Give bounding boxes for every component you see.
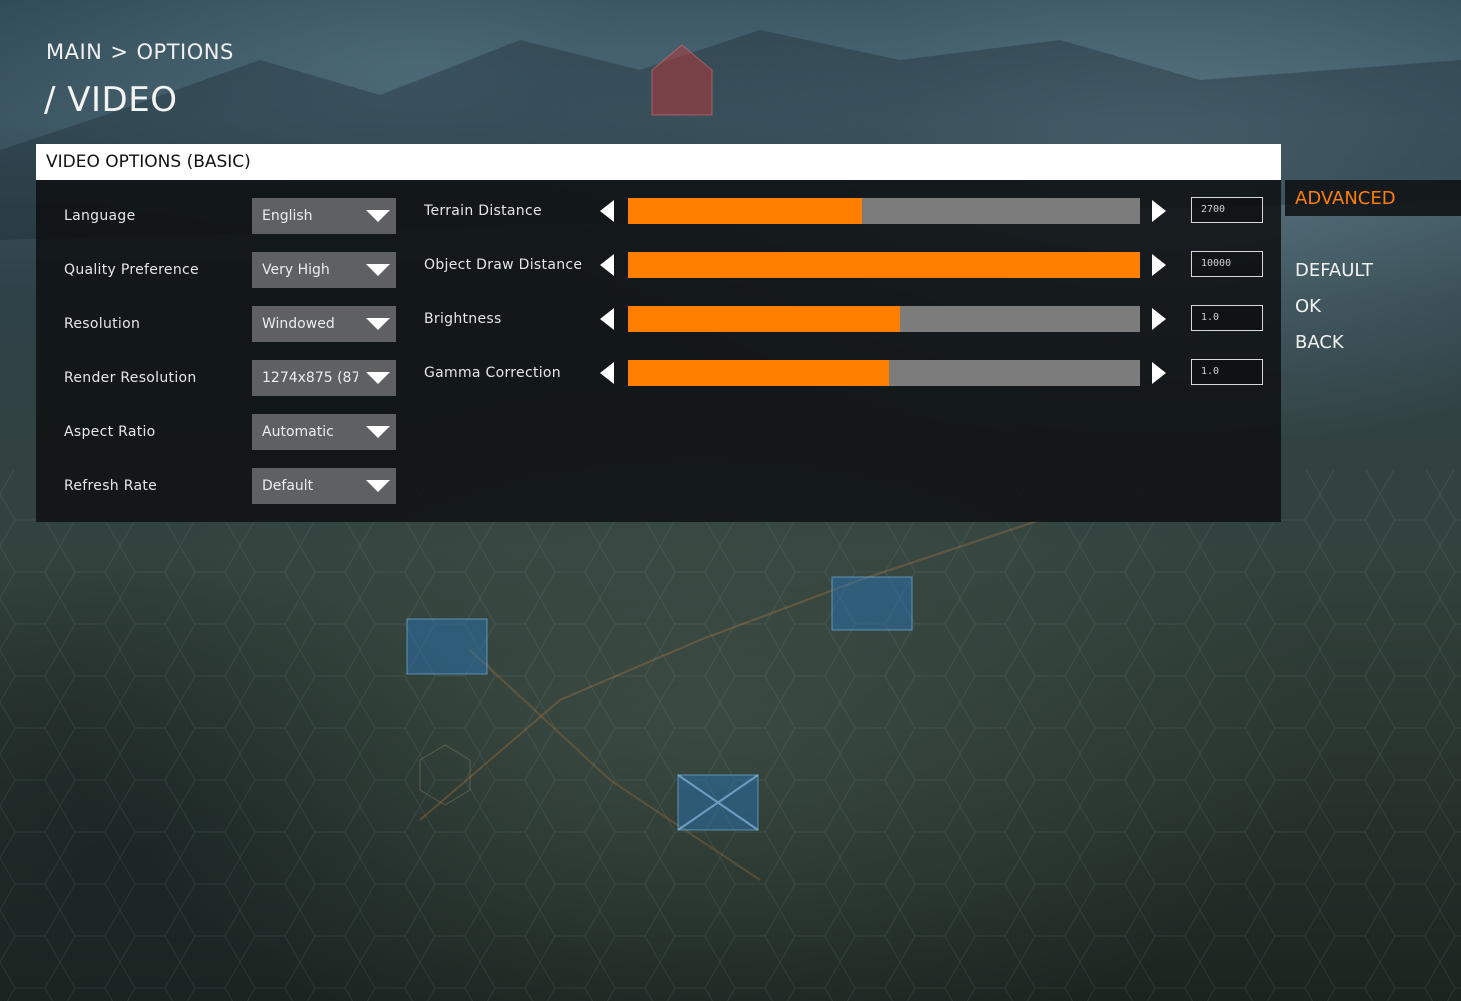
option-refresh-rate: Refresh Rate Default	[64, 468, 404, 504]
arrow-right-icon[interactable]	[1152, 200, 1166, 222]
render-resolution-select[interactable]: 1274x875 (87	[252, 360, 396, 396]
advanced-button[interactable]: ADVANCED	[1285, 180, 1461, 216]
select-value: 1274x875 (87	[262, 370, 358, 386]
slider-brightness: Brightness 1.0	[424, 304, 1264, 334]
option-resolution: Resolution Windowed	[64, 306, 404, 342]
quality-preference-select[interactable]: Very High	[252, 252, 396, 288]
slider-fill	[628, 306, 900, 332]
gamma-correction-value[interactable]: 1.0	[1191, 359, 1263, 385]
option-label: Quality Preference	[64, 262, 199, 278]
ok-button[interactable]: OK	[1295, 296, 1321, 317]
arrow-left-icon[interactable]	[600, 254, 614, 276]
object-draw-distance-track[interactable]	[628, 252, 1140, 278]
dropdown-caret-icon	[366, 210, 390, 222]
breadcrumb-options[interactable]: OPTIONS	[137, 40, 234, 64]
arrow-left-icon[interactable]	[600, 200, 614, 222]
slider-terrain-distance: Terrain Distance 2700	[424, 196, 1264, 226]
arrow-left-icon[interactable]	[600, 362, 614, 384]
breadcrumb-main[interactable]: MAIN	[46, 40, 102, 64]
arrow-left-icon[interactable]	[600, 308, 614, 330]
dropdown-caret-icon	[366, 372, 390, 384]
terrain-distance-track[interactable]	[628, 198, 1140, 224]
option-label: Aspect Ratio	[64, 424, 156, 440]
object-draw-distance-value[interactable]: 10000	[1191, 251, 1263, 277]
brightness-value[interactable]: 1.0	[1191, 305, 1263, 331]
option-label: Language	[64, 208, 136, 224]
refresh-rate-select[interactable]: Default	[252, 468, 396, 504]
slider-label: Object Draw Distance	[424, 257, 583, 273]
slider-gamma-correction: Gamma Correction 1.0	[424, 358, 1264, 388]
terrain-distance-value[interactable]: 2700	[1191, 197, 1263, 223]
panel-title: VIDEO OPTIONS (BASIC)	[36, 144, 1281, 180]
video-options-panel: Language English Quality Preference Very…	[36, 180, 1281, 522]
select-value: Default	[262, 478, 314, 494]
page-title: / VIDEO	[44, 80, 178, 120]
arrow-right-icon[interactable]	[1152, 308, 1166, 330]
breadcrumb: MAIN > OPTIONS	[46, 40, 234, 64]
option-render-resolution: Render Resolution 1274x875 (87	[64, 360, 404, 396]
resolution-select[interactable]: Windowed	[252, 306, 396, 342]
slider-label: Gamma Correction	[424, 365, 561, 381]
select-value: Very High	[262, 262, 330, 278]
arrow-right-icon[interactable]	[1152, 362, 1166, 384]
dropdown-caret-icon	[366, 426, 390, 438]
breadcrumb-separator: >	[110, 40, 129, 64]
option-aspect-ratio: Aspect Ratio Automatic	[64, 414, 404, 450]
brightness-track[interactable]	[628, 306, 1140, 332]
dropdown-caret-icon	[366, 480, 390, 492]
dropdown-caret-icon	[366, 318, 390, 330]
language-select[interactable]: English	[252, 198, 396, 234]
arrow-right-icon[interactable]	[1152, 254, 1166, 276]
gamma-correction-track[interactable]	[628, 360, 1140, 386]
dropdown-caret-icon	[366, 264, 390, 276]
option-label: Resolution	[64, 316, 141, 332]
default-button[interactable]: DEFAULT	[1295, 260, 1373, 281]
select-value: Automatic	[262, 424, 334, 440]
aspect-ratio-select[interactable]: Automatic	[252, 414, 396, 450]
option-language: Language English	[64, 198, 404, 234]
option-label: Render Resolution	[64, 370, 197, 386]
slider-fill	[628, 360, 890, 386]
slider-label: Brightness	[424, 311, 502, 327]
slider-object-draw-distance: Object Draw Distance 10000	[424, 250, 1264, 280]
slider-fill	[628, 198, 862, 224]
slider-label: Terrain Distance	[424, 203, 542, 219]
select-value: Windowed	[262, 316, 335, 332]
option-quality-preference: Quality Preference Very High	[64, 252, 404, 288]
option-label: Refresh Rate	[64, 478, 158, 494]
select-value: English	[262, 208, 313, 224]
slider-fill	[628, 252, 1140, 278]
back-button[interactable]: BACK	[1295, 332, 1344, 353]
